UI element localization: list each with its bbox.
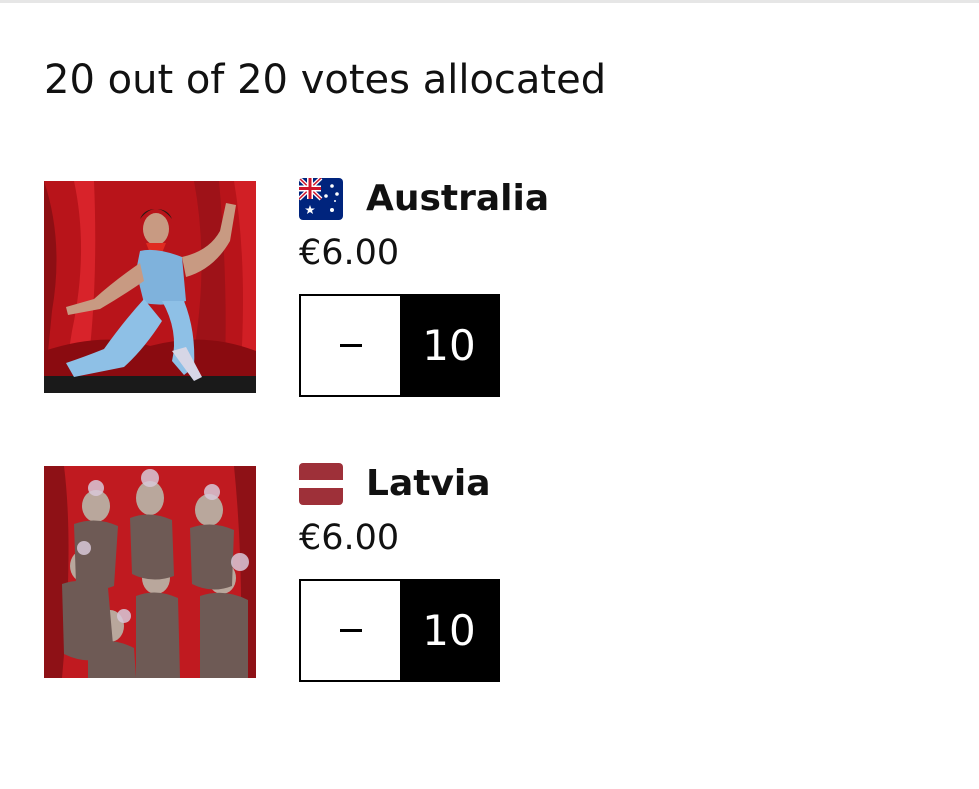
vote-stepper-latvia: 10 [299, 579, 500, 682]
minus-icon [339, 629, 362, 632]
artist-photo-latvia [44, 466, 256, 678]
vote-count-latvia: 10 [400, 581, 498, 680]
price-australia: €6.00 [299, 233, 400, 273]
australia-flag-icon [299, 178, 343, 220]
entry-latvia: Latvia €6.00 10 [44, 463, 744, 682]
decrement-votes-button-latvia[interactable] [301, 581, 400, 680]
vote-stepper-australia: 10 [299, 294, 500, 397]
minus-icon [339, 344, 362, 347]
country-name-australia: Australia [366, 178, 550, 219]
top-divider [0, 0, 979, 3]
votes-allocated-summary: 20 out of 20 votes allocated [44, 57, 607, 103]
entry-australia: Australia €6.00 10 [44, 178, 744, 397]
country-name-latvia: Latvia [366, 463, 491, 504]
vote-count-australia: 10 [400, 296, 498, 395]
decrement-votes-button-australia[interactable] [301, 296, 400, 395]
latvia-flag-icon [299, 463, 343, 505]
artist-photo-australia [44, 181, 256, 393]
price-latvia: €6.00 [299, 518, 400, 558]
